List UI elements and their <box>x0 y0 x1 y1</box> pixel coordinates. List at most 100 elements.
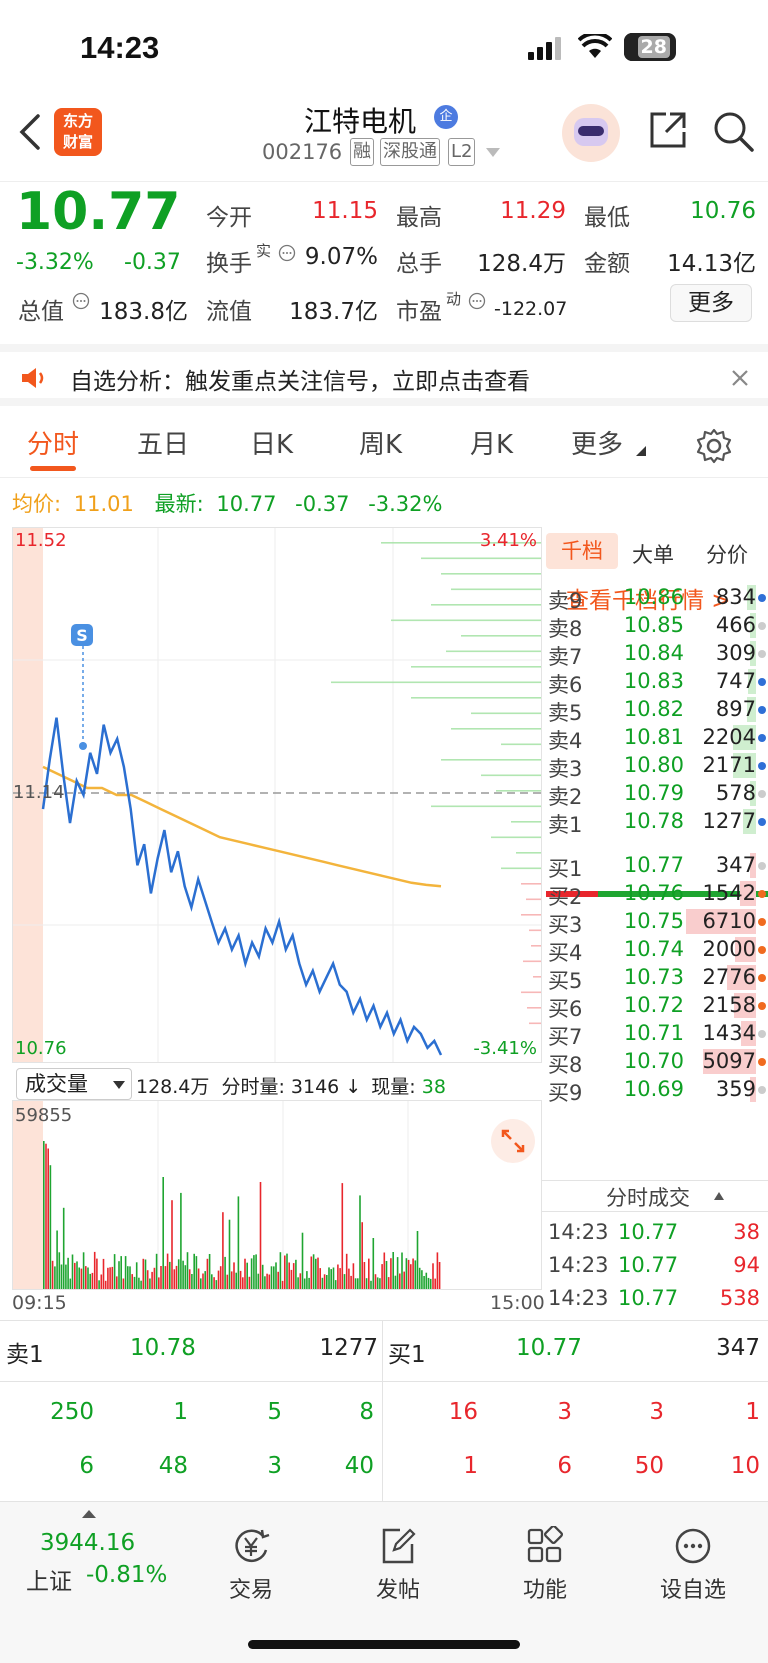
volume-bar <box>111 1266 114 1289</box>
turnover-label: 换手 <box>206 251 252 277</box>
bid-row[interactable]: 买1 10.77 347 <box>542 851 768 881</box>
volume-bar <box>235 1272 237 1289</box>
volume-bar <box>418 1267 421 1289</box>
volume-bar <box>67 1257 69 1289</box>
queue-bid-order: 6 <box>557 1453 572 1479</box>
bid-row[interactable]: 买5 10.73 2776 <box>542 963 768 993</box>
ask-row[interactable]: 卖2 10.79 578 <box>542 779 768 809</box>
volume-chart[interactable]: 59855 <box>12 1100 542 1290</box>
settings-gear-icon[interactable] <box>696 428 732 464</box>
index-name: 上证 <box>26 1569 72 1595</box>
level-price: 10.74 <box>623 937 684 961</box>
volume-bar <box>169 1261 171 1289</box>
volume-bar <box>135 1262 138 1289</box>
latest-value: 10.77 <box>216 492 277 516</box>
info-dots-icon[interactable] <box>72 292 90 310</box>
volume-bar <box>246 1262 248 1289</box>
tab-level-book[interactable]: 千档 <box>546 533 618 569</box>
signal-banner[interactable]: 自选分析：触发重点关注信号，立即点击查看 <box>0 344 768 406</box>
tag-margin: 融 <box>350 138 374 166</box>
ask-row[interactable]: 卖8 10.85 466 <box>542 611 768 641</box>
depth-bar <box>451 728 541 730</box>
ask-row[interactable]: 卖4 10.81 2204 <box>542 723 768 753</box>
volume-indicator-select[interactable]: 成交量 <box>16 1068 132 1100</box>
queue-bid-order: 10 <box>730 1453 760 1479</box>
tab-monthly-k[interactable]: 月K <box>470 424 513 461</box>
ask-row[interactable]: 卖5 10.82 897 <box>542 695 768 725</box>
ask-row[interactable]: 卖9 10.86 834 <box>542 583 768 613</box>
select-caret-icon <box>113 1081 125 1089</box>
info-dots-icon[interactable] <box>468 292 486 310</box>
share-icon[interactable] <box>648 110 688 150</box>
ask-row[interactable]: 卖3 10.80 2171 <box>542 751 768 781</box>
tab-intraday[interactable]: 分时 <box>27 424 79 461</box>
volume-bar <box>383 1252 386 1289</box>
volume-bar <box>328 1267 330 1289</box>
nav-trade[interactable]: 交易 <box>196 1526 306 1604</box>
tab-big-orders[interactable]: 大单 <box>632 539 674 569</box>
tab-daily-k[interactable]: 日K <box>250 424 293 461</box>
price-chart-svg: S <box>13 528 541 1062</box>
tab-more[interactable]: 更多 <box>571 424 623 461</box>
volume-bar <box>259 1182 262 1289</box>
level-dot-icon <box>758 622 766 630</box>
latest-label: 最新: <box>154 492 204 516</box>
volume-bar <box>180 1192 182 1289</box>
more-button[interactable]: 更多 <box>670 284 752 322</box>
tab-five-day[interactable]: 五日 <box>137 424 189 461</box>
y-bottom-label: 10.76 <box>15 1038 67 1059</box>
level-dot-icon <box>758 650 766 658</box>
volume-bar <box>171 1200 173 1289</box>
nav-post[interactable]: 发帖 <box>343 1526 453 1604</box>
volume-bar <box>224 1256 226 1289</box>
turnover-value: 9.07% <box>304 244 378 270</box>
ticks-label[interactable]: 分时成交 <box>606 1182 690 1212</box>
search-icon[interactable] <box>712 110 756 154</box>
volume-bar <box>127 1266 129 1289</box>
nav-add-watchlist[interactable]: 设自选 <box>638 1526 748 1604</box>
volume-bar <box>310 1256 313 1289</box>
nav-functions[interactable]: 功能 <box>490 1526 600 1604</box>
bid-row[interactable]: 买2 10.76 1542 <box>542 879 768 909</box>
tab-price-distribution[interactable]: 分价 <box>706 539 748 569</box>
ask-row[interactable]: 卖1 10.78 1277 <box>542 807 768 837</box>
bid-row[interactable]: 买3 10.75 6710 <box>542 907 768 937</box>
close-icon[interactable] <box>730 368 750 388</box>
bid-row[interactable]: 买6 10.72 2158 <box>542 991 768 1021</box>
volume-bar <box>89 1273 91 1289</box>
bid-row[interactable]: 买4 10.74 2000 <box>542 935 768 965</box>
queue-bid-order: 1 <box>745 1399 760 1425</box>
battery-icon: 28 <box>624 33 676 61</box>
volume-bar <box>129 1266 131 1289</box>
x-end-label: 15:00 <box>490 1292 545 1314</box>
ask-row[interactable]: 卖7 10.84 309 <box>542 639 768 669</box>
queue-panel: 卖1 10.78 1277 买1 10.77 347 250 1 5 8 6 4… <box>0 1320 768 1503</box>
volume-bar <box>421 1270 423 1289</box>
intraday-chart[interactable]: S 11.52 3.41% 11.14 10.76 -3.41% <box>12 527 542 1063</box>
volume-bar <box>317 1257 319 1289</box>
depth-bar <box>491 836 541 839</box>
volume-bar <box>348 1268 350 1289</box>
bid-row[interactable]: 买7 10.71 1434 <box>542 1019 768 1049</box>
back-icon[interactable] <box>18 114 42 150</box>
depth-bar <box>523 960 541 963</box>
queue-bid-order: 3 <box>557 1399 572 1425</box>
volume-bar <box>133 1276 136 1289</box>
volume-bar <box>51 1260 54 1289</box>
bid-row[interactable]: 买8 10.70 5097 <box>542 1047 768 1077</box>
assistant-avatar[interactable] <box>562 104 620 162</box>
volume-bar <box>45 1143 47 1289</box>
volume-bar <box>376 1277 379 1289</box>
amount-value: 14.13亿 <box>667 251 756 277</box>
depth-bar <box>451 588 541 591</box>
volume-bar <box>80 1268 83 1289</box>
collapse-caret-icon[interactable] <box>714 1192 724 1200</box>
bid-row[interactable]: 买9 10.69 359 <box>542 1075 768 1105</box>
volume-bar <box>277 1271 279 1289</box>
dropdown-icon[interactable] <box>486 148 500 158</box>
tab-weekly-k[interactable]: 周K <box>359 424 402 461</box>
info-dots-icon[interactable] <box>278 244 296 262</box>
expand-button[interactable] <box>491 1119 535 1163</box>
ask-row[interactable]: 卖6 10.83 747 <box>542 667 768 697</box>
app-logo[interactable]: 东方 财富 <box>54 108 102 156</box>
